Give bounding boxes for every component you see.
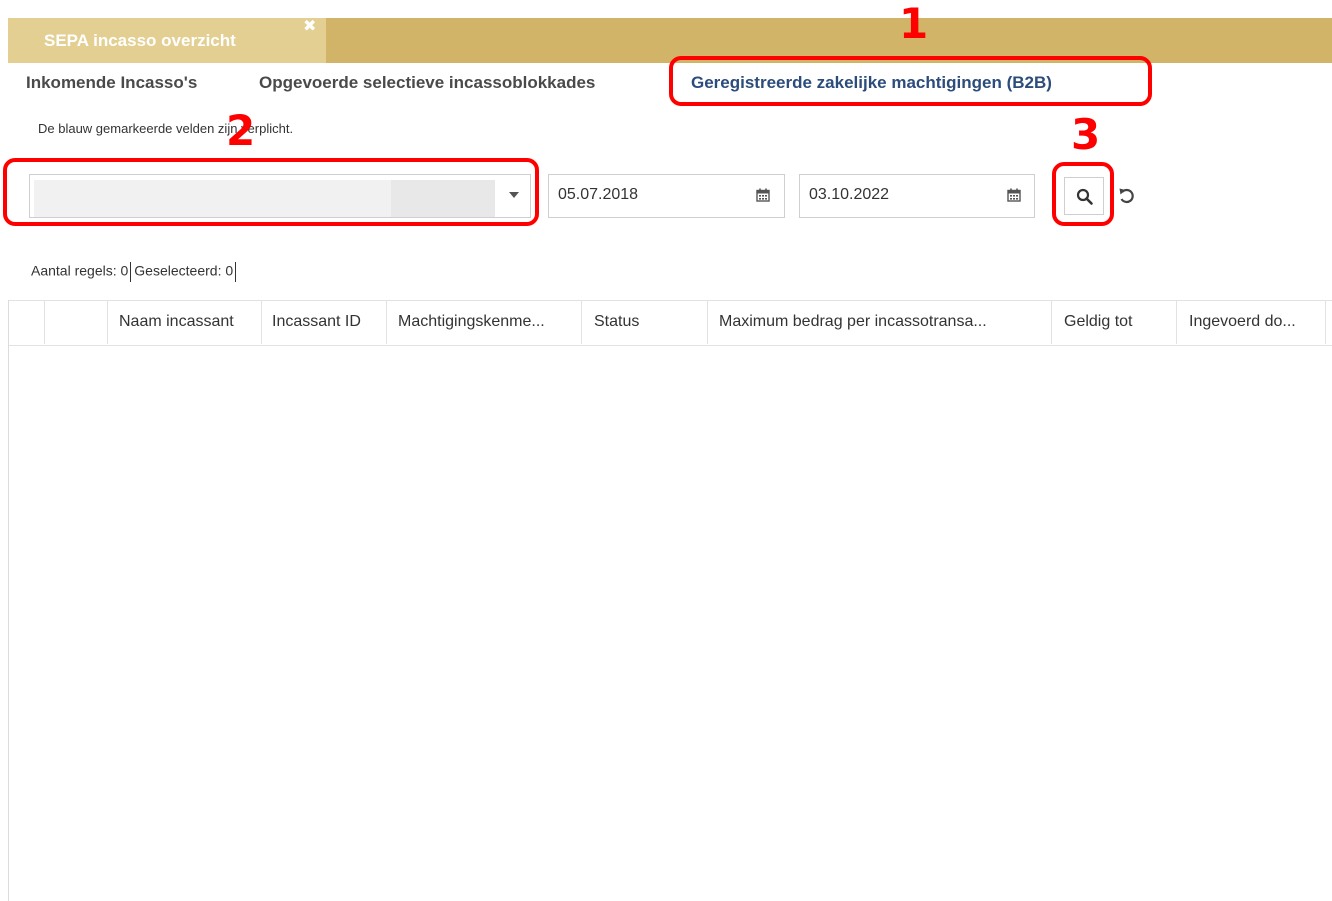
separator (235, 262, 237, 282)
annotation-box-2 (3, 158, 539, 226)
annotation-number-2: 2 (226, 106, 256, 155)
column-header-geldig-tot[interactable]: Geldig tot (1064, 313, 1132, 331)
selected-count: Geselecteerd: 0 (134, 262, 234, 279)
column-header-naam-incassant[interactable]: Naam incassant (119, 313, 234, 331)
annotation-number-3: 3 (1071, 110, 1101, 159)
subtab-inkomende-incassos[interactable]: Inkomende Incasso's (26, 73, 197, 93)
annotation-box-3 (1052, 162, 1114, 226)
reset-icon[interactable] (1117, 186, 1137, 206)
close-icon[interactable]: ✖ (303, 19, 316, 35)
tab-title: SEPA incasso overzicht (44, 31, 236, 50)
subtab-incassoblokkades[interactable]: Opgevoerde selectieve incassoblokkades (259, 73, 595, 93)
column-header-incassant-id[interactable]: Incassant ID (272, 313, 361, 331)
annotation-box-1 (669, 56, 1152, 106)
rows-count: Aantal regels: 0 (31, 262, 129, 279)
row-counts: Aantal regels: 0 Geselecteerd: 0 (31, 262, 239, 282)
column-divider (1176, 300, 1177, 344)
column-divider (107, 300, 108, 344)
column-divider (581, 300, 582, 344)
panel-border (8, 300, 9, 901)
column-divider (386, 300, 387, 344)
column-divider (1051, 300, 1052, 344)
calendar-icon[interactable] (1007, 188, 1021, 202)
column-header-machtigingskenmerk[interactable]: Machtigingskenme... (398, 313, 545, 331)
date-from-value: 05.07.2018 (558, 186, 639, 203)
date-to-value: 03.10.2022 (809, 186, 890, 203)
calendar-icon[interactable] (756, 188, 770, 202)
column-divider (261, 300, 262, 344)
column-divider (44, 300, 45, 344)
annotation-number-1: 1 (899, 0, 929, 48)
column-header-maximum-bedrag[interactable]: Maximum bedrag per incassotransa... (719, 313, 987, 331)
column-header-status[interactable]: Status (594, 313, 639, 331)
column-divider (1325, 300, 1326, 344)
separator (130, 262, 132, 282)
column-divider (707, 300, 708, 344)
column-header-ingevoerd-door[interactable]: Ingevoerd do... (1189, 313, 1296, 331)
